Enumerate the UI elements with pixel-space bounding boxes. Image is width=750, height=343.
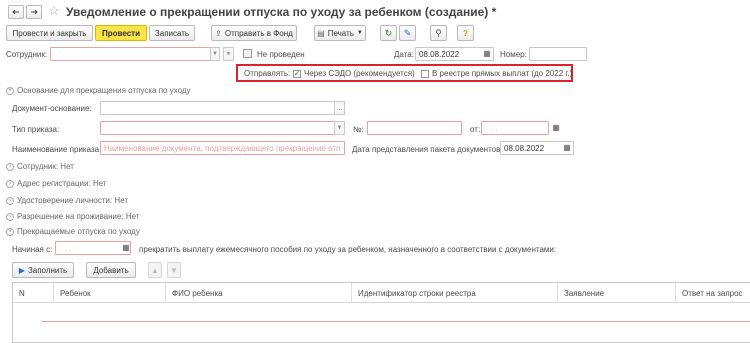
- order-date-field[interactable]: . .: [481, 121, 549, 135]
- ellipsis-icon: …: [336, 104, 343, 112]
- link-icon: ⚭: [225, 51, 232, 58]
- print-button[interactable]: ▤ Печать ▼: [314, 25, 366, 41]
- send-to-fund-label: Отправить в Фонд: [224, 28, 293, 38]
- send-label: Отправлять:: [244, 69, 291, 78]
- section-residence-permit[interactable]: › Разрешение на проживание: Нет: [6, 212, 140, 222]
- send-option-registry[interactable]: В реестре прямых выплат (до 2022 г.): [421, 69, 572, 79]
- column-header-child-name[interactable]: ФИО ребенка: [165, 283, 351, 303]
- move-down-button[interactable]: ▼: [167, 262, 181, 278]
- table-header: N Ребенок ФИО ребенка Идентификатор стро…: [13, 283, 750, 303]
- order-type-dropdown-button[interactable]: ▼: [334, 121, 345, 135]
- refresh-icon: ↻: [384, 27, 393, 38]
- add-button[interactable]: Добавить: [86, 262, 136, 278]
- section-registration-address-title: Адрес регистрации: Нет: [17, 179, 107, 188]
- order-number-label: №:: [353, 125, 364, 134]
- package-date-label: Дата представления пакета документов:: [352, 145, 503, 154]
- document-basis-field[interactable]: [100, 101, 345, 115]
- fill-label: Заполнить: [27, 265, 68, 275]
- status-icon: [243, 49, 252, 58]
- section-identity-document-title: Удостоверение личности: Нет: [17, 196, 129, 205]
- section-residence-permit-title: Разрешение на проживание: Нет: [17, 212, 140, 221]
- chevron-down-icon: ˅: [6, 87, 14, 95]
- start-date-label: Начиная с:: [12, 245, 53, 254]
- basis-section-header[interactable]: ˅ Основание для прекращения отпуска по у…: [6, 86, 191, 96]
- chevron-right-icon: ›: [6, 163, 14, 171]
- post-and-close-button[interactable]: Провести и закрыть: [6, 25, 93, 41]
- back-arrow-icon: [12, 9, 19, 15]
- employee-field[interactable]: [50, 47, 220, 61]
- calendar-icon[interactable]: ▦: [482, 48, 492, 59]
- attach-button[interactable]: ⚲: [430, 25, 447, 41]
- date-label: Дата:: [394, 50, 414, 59]
- send-option-sedo[interactable]: ✓ Через СЭДО (рекомендуется): [293, 69, 415, 79]
- post-button[interactable]: Провести: [95, 25, 147, 41]
- employee-label: Сотрудник:: [6, 50, 48, 59]
- fill-icon: ▶: [18, 265, 25, 275]
- arrow-up-icon: ▲: [151, 265, 159, 275]
- column-header-child[interactable]: Ребенок: [53, 283, 165, 303]
- refresh-button[interactable]: ↻: [380, 25, 397, 41]
- send-icon: ⇪: [215, 28, 222, 38]
- order-type-label: Тип приказа:: [12, 125, 60, 134]
- pencil-icon: ✎: [403, 27, 412, 38]
- help-button[interactable]: ?: [457, 25, 474, 41]
- column-header-n[interactable]: N: [13, 283, 53, 303]
- chevron-down-icon: ˅: [6, 228, 14, 236]
- section-employee[interactable]: › Сотрудник: Нет: [6, 162, 74, 172]
- print-label: Печать: [327, 28, 354, 38]
- chevron-right-icon: ›: [6, 180, 14, 188]
- order-type-field[interactable]: [100, 121, 345, 135]
- stop-payment-text: прекратить выплату ежемесячного пособия …: [139, 245, 557, 254]
- start-date-field[interactable]: . .: [55, 241, 131, 255]
- order-name-label: Наименование приказа:: [12, 145, 102, 154]
- help-icon: ?: [463, 28, 468, 38]
- sedo-label: Через СЭДО (рекомендуется): [304, 69, 415, 78]
- section-identity-document[interactable]: › Удостоверение личности: Нет: [6, 196, 128, 206]
- column-header-registry-id[interactable]: Идентификатор строки реестра: [351, 283, 557, 303]
- order-date-label: от:: [470, 125, 481, 134]
- chevron-down-icon: ▼: [336, 125, 343, 131]
- section-employee-title: Сотрудник: Нет: [17, 162, 74, 171]
- chevron-down-icon: ▼: [356, 30, 363, 36]
- registry-checkbox[interactable]: [421, 70, 429, 78]
- basis-section-title: Основание для прекращения отпуска по ухо…: [17, 86, 191, 95]
- document-basis-label: Документ-основание:: [12, 104, 92, 113]
- favorite-star-icon[interactable]: ☆: [48, 4, 60, 18]
- document-basis-select-button[interactable]: …: [334, 101, 345, 115]
- arrow-down-icon: ▼: [170, 265, 178, 275]
- back-button[interactable]: [8, 5, 24, 19]
- send-to-fund-button[interactable]: ⇪ Отправить в Фонд: [211, 25, 297, 41]
- fill-button[interactable]: ▶ Заполнить: [12, 262, 74, 278]
- page-title: Уведомление о прекращении отпуска по ухо…: [66, 5, 497, 19]
- section-registration-address[interactable]: › Адрес регистрации: Нет: [6, 179, 107, 189]
- table-row-required-line: [41, 321, 750, 322]
- column-header-request-response[interactable]: Ответ на запрос: [675, 283, 750, 303]
- forward-button[interactable]: [26, 5, 42, 19]
- calendar-icon[interactable]: ▦: [562, 142, 572, 153]
- forward-arrow-icon: [31, 9, 38, 15]
- chevron-right-icon: ›: [6, 197, 14, 205]
- save-button[interactable]: Записать: [149, 25, 195, 41]
- calendar-icon[interactable]: ▦: [121, 242, 131, 253]
- registry-label: В реестре прямых выплат (до 2022 г.): [432, 69, 573, 78]
- status-text: Не проведен: [257, 50, 305, 59]
- leaves-section-title: Прекращаемые отпуска по уходу: [17, 227, 140, 236]
- move-up-button[interactable]: ▲: [148, 262, 162, 278]
- order-name-field[interactable]: Наименование документа, подтверждающего …: [100, 141, 345, 155]
- printer-icon: ▤: [317, 28, 325, 38]
- leaves-table[interactable]: N Ребенок ФИО ребенка Идентификатор стро…: [12, 282, 750, 343]
- column-header-application[interactable]: Заявление: [557, 283, 675, 303]
- calendar-icon[interactable]: ▦: [551, 122, 561, 133]
- employee-link-button[interactable]: ⚭: [223, 47, 234, 61]
- edit-button[interactable]: ✎: [399, 25, 416, 41]
- paperclip-icon: ⚲: [435, 27, 442, 38]
- employee-dropdown-button[interactable]: ▼: [210, 47, 220, 61]
- number-field[interactable]: [529, 47, 587, 61]
- number-label: Номер:: [500, 50, 527, 59]
- chevron-down-icon: ▼: [212, 51, 218, 57]
- order-number-field[interactable]: [367, 121, 462, 135]
- chevron-right-icon: ›: [6, 213, 14, 221]
- sedo-checkbox[interactable]: ✓: [293, 70, 301, 78]
- leaves-section-header[interactable]: ˅ Прекращаемые отпуска по уходу: [6, 227, 140, 237]
